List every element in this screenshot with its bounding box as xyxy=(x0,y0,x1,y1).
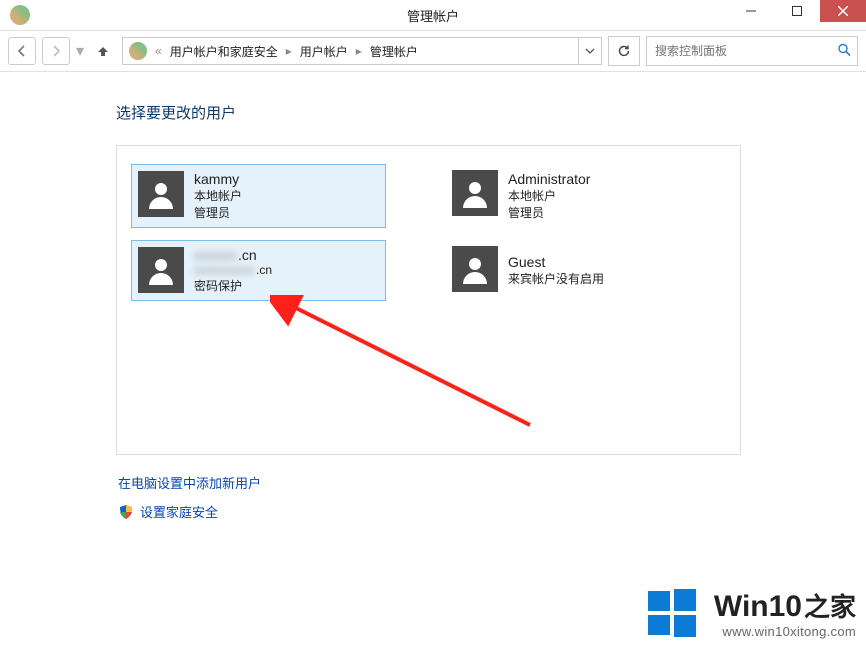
account-role: 管理员 xyxy=(508,204,590,221)
breadcrumb[interactable]: « 用户帐户和家庭安全 ▸ 用户帐户 ▸ 管理帐户 xyxy=(122,37,602,65)
accounts-frame: kammy 本地帐户 管理员 Administrator 本地帐户 管理员 xyxy=(116,145,741,455)
watermark-text-zh: 之家 xyxy=(804,587,856,624)
account-tile-obscured[interactable]: xxxxxx.cn xxxxxxxxxx.cn 密码保护 xyxy=(131,240,386,301)
breadcrumb-overflow-icon: « xyxy=(155,44,162,58)
account-tile-kammy[interactable]: kammy 本地帐户 管理员 xyxy=(131,164,386,228)
breadcrumb-item-manage-accounts[interactable]: 管理帐户 xyxy=(370,43,418,60)
forward-button[interactable] xyxy=(42,37,70,65)
account-status: 来宾帐户没有启用 xyxy=(508,270,604,287)
minimize-button[interactable] xyxy=(728,0,774,22)
watermark: Win10 之家 www.win10xitong.com xyxy=(644,585,856,641)
search-icon[interactable] xyxy=(837,43,851,60)
accounts-icon xyxy=(129,42,147,60)
address-dropdown-button[interactable] xyxy=(578,37,601,65)
search-input[interactable] xyxy=(646,36,858,66)
windows-logo-icon xyxy=(644,585,700,641)
account-tile-guest[interactable]: Guest 来宾帐户没有启用 xyxy=(446,240,701,301)
chevron-right-icon: ▸ xyxy=(286,44,292,58)
account-name: kammy xyxy=(194,171,242,187)
watermark-url: www.win10xitong.com xyxy=(714,624,856,639)
avatar xyxy=(138,171,184,217)
avatar xyxy=(452,246,498,292)
breadcrumb-item-family-safety[interactable]: 用户帐户和家庭安全 xyxy=(170,43,278,60)
navigation-bar: ▾ « 用户帐户和家庭安全 ▸ 用户帐户 ▸ 管理帐户 xyxy=(0,31,866,72)
page-title: 选择要更改的用户 xyxy=(116,102,846,123)
app-icon xyxy=(10,5,30,25)
window-controls xyxy=(728,0,866,22)
account-name: Administrator xyxy=(508,171,590,187)
account-role: 密码保护 xyxy=(194,277,272,294)
account-email: xxxxxxxxxx.cn xyxy=(194,263,272,277)
breadcrumb-item-user-accounts[interactable]: 用户帐户 xyxy=(300,43,348,60)
back-button[interactable] xyxy=(8,37,36,65)
account-type: 本地帐户 xyxy=(194,187,242,204)
account-name: Guest xyxy=(508,254,604,270)
avatar xyxy=(138,247,184,293)
title-bar: 管理帐户 xyxy=(0,0,866,31)
below-links: 在电脑设置中添加新用户 设置家庭安全 xyxy=(118,473,846,521)
window-title: 管理帐户 xyxy=(407,6,459,25)
watermark-text-en: Win10 xyxy=(714,590,802,624)
account-tile-administrator[interactable]: Administrator 本地帐户 管理员 xyxy=(446,164,701,228)
add-user-link[interactable]: 在电脑设置中添加新用户 xyxy=(118,473,261,492)
maximize-button[interactable] xyxy=(774,0,820,22)
family-safety-link[interactable]: 设置家庭安全 xyxy=(118,502,218,521)
chevron-right-icon: ▸ xyxy=(356,44,362,58)
shield-icon xyxy=(118,504,134,520)
up-button[interactable] xyxy=(90,38,116,64)
account-name: xxxxxx.cn xyxy=(194,247,272,263)
content-area: 选择要更改的用户 kammy 本地帐户 管理员 Adminis xyxy=(0,72,866,521)
search-field[interactable] xyxy=(647,37,857,65)
close-button[interactable] xyxy=(820,0,866,22)
account-role: 管理员 xyxy=(194,204,242,221)
refresh-button[interactable] xyxy=(608,36,640,66)
recent-locations-chevron-icon[interactable]: ▾ xyxy=(76,41,84,61)
avatar xyxy=(452,170,498,216)
account-type: 本地帐户 xyxy=(508,187,590,204)
